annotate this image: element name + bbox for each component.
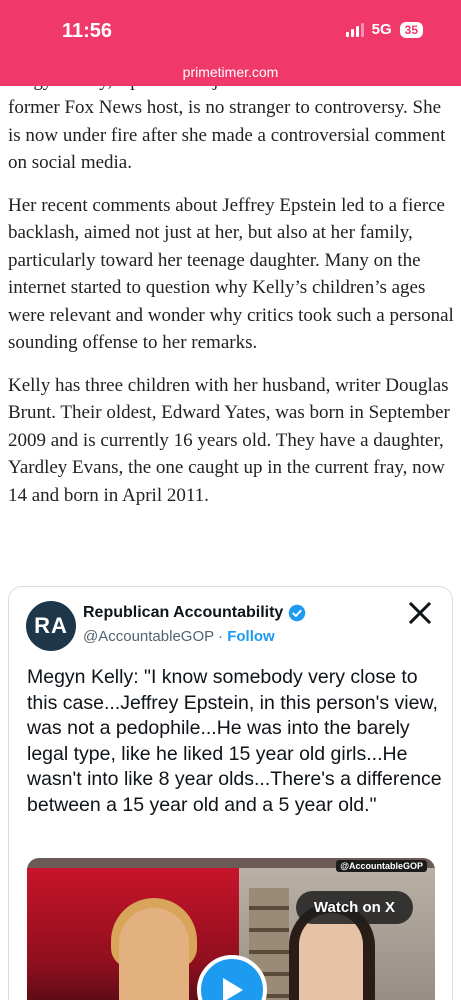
signal-icon — [345, 22, 364, 37]
status-indicators: 5G 35 — [345, 21, 423, 38]
play-icon — [223, 978, 243, 1000]
battery-icon: 35 — [399, 21, 423, 38]
verified-badge-icon — [289, 604, 306, 622]
embedded-tweet[interactable]: RA Republican Accountability @Accountabl… — [8, 586, 453, 1000]
follow-button[interactable]: Follow — [227, 628, 275, 645]
article-paragraph-1: former Fox News host, is no stranger to … — [8, 97, 446, 173]
avatar[interactable]: RA — [26, 601, 76, 651]
network-type: 5G — [371, 21, 392, 38]
tweet-author-handle-row: @AccountableGOP · Follow — [83, 628, 275, 645]
status-bar: 11:56 5G 35 primetimer.com — [0, 0, 461, 86]
video-handle-watermark: @AccountableGOP — [336, 860, 427, 872]
address-bar-url[interactable]: primetimer.com — [0, 64, 461, 80]
tweet-video[interactable]: @AccountableGOP Watch on X — [27, 858, 435, 1000]
article-paragraph-3: Kelly has three children with her husban… — [8, 374, 450, 506]
article-paragraph-2: Her recent comments about Jeffrey Epstei… — [8, 194, 454, 354]
x-logo-icon[interactable] — [408, 601, 432, 625]
handle-separator: · — [213, 628, 228, 645]
article-body: Megyn Kelly, a prominent journalist and … — [8, 80, 458, 524]
tweet-author-handle[interactable]: @AccountableGOP — [83, 628, 214, 645]
status-time: 11:56 — [62, 20, 113, 42]
tweet-author-name-text: Republican Accountability — [83, 604, 284, 621]
video-person-right — [299, 913, 363, 1000]
tweet-author-name[interactable]: Republican Accountability — [83, 604, 306, 622]
watch-on-x-button[interactable]: Watch on X — [295, 891, 413, 924]
tweet-text: Megyn Kelly: "I know somebody very close… — [27, 666, 442, 816]
video-person-left — [119, 908, 189, 1000]
